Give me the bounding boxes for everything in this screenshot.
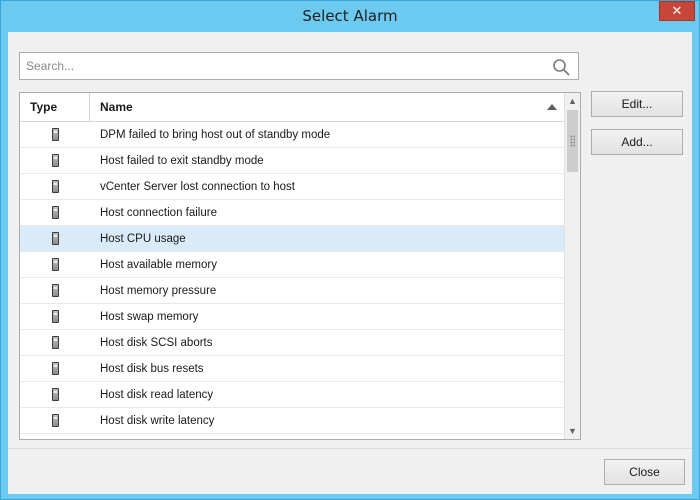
table-row[interactable]: Host CPU usage: [20, 226, 565, 252]
table-header: Type Name: [20, 93, 565, 122]
scroll-thumb[interactable]: [567, 110, 578, 172]
host-device-icon: [51, 154, 59, 167]
alarm-name: Host CPU usage: [100, 232, 186, 245]
host-device-icon: [51, 232, 59, 245]
alarm-name: Host failed to exit standby mode: [100, 154, 264, 167]
table-row[interactable]: Host failed to exit standby mode: [20, 148, 565, 174]
table-body: DPM failed to bring host out of standby …: [20, 122, 565, 434]
type-cell: [20, 122, 90, 148]
table-row[interactable]: Host disk bus resets: [20, 356, 565, 382]
host-device-icon: [51, 310, 59, 323]
table-row[interactable]: Host memory pressure: [20, 278, 565, 304]
type-cell: [20, 382, 90, 408]
alarm-name: vCenter Server lost connection to host: [100, 180, 295, 193]
dialog-body: Type Name DPM failed to bring host out o…: [8, 32, 692, 494]
host-device-icon: [51, 362, 59, 375]
type-cell: [20, 356, 90, 382]
table-row[interactable]: vCenter Server lost connection to host: [20, 174, 565, 200]
type-cell: [20, 278, 90, 304]
table-row[interactable]: Host disk read latency: [20, 382, 565, 408]
table-row[interactable]: DPM failed to bring host out of standby …: [20, 122, 565, 148]
type-cell: [20, 408, 90, 434]
search-input[interactable]: [20, 53, 546, 79]
alarm-name: Host available memory: [100, 258, 217, 271]
type-cell: [20, 226, 90, 252]
table-row[interactable]: Host available memory: [20, 252, 565, 278]
type-cell: [20, 148, 90, 174]
alarm-name: Host connection failure: [100, 206, 217, 219]
host-device-icon: [51, 128, 59, 141]
host-device-icon: [51, 336, 59, 349]
table-row[interactable]: Host swap memory: [20, 304, 565, 330]
alarm-name: Host swap memory: [100, 310, 199, 323]
column-header-name[interactable]: Name: [90, 93, 565, 121]
column-header-name-label: Name: [100, 100, 133, 114]
close-button[interactable]: Close: [604, 459, 685, 485]
type-cell: [20, 200, 90, 226]
type-cell: [20, 304, 90, 330]
scroll-down-icon[interactable]: ▼: [565, 423, 580, 439]
sort-ascending-icon: [547, 104, 557, 110]
alarm-name: DPM failed to bring host out of standby …: [100, 128, 331, 141]
type-cell: [20, 330, 90, 356]
type-cell: [20, 174, 90, 200]
title-bar[interactable]: Select Alarm ✕: [1, 1, 699, 32]
window-close-button[interactable]: ✕: [659, 1, 695, 21]
dialog-footer: Close: [8, 448, 692, 495]
type-cell: [20, 252, 90, 278]
alarm-name: Host memory pressure: [100, 284, 217, 297]
alarm-name: Host disk SCSI aborts: [100, 336, 213, 349]
host-device-icon: [51, 284, 59, 297]
alarm-name: Host disk bus resets: [100, 362, 204, 375]
host-device-icon: [51, 258, 59, 271]
table-row[interactable]: Host disk write latency: [20, 408, 565, 434]
select-alarm-dialog: Select Alarm ✕ Type Name DPM failed to b…: [0, 0, 700, 500]
alarm-name: Host disk write latency: [100, 414, 215, 427]
column-header-type[interactable]: Type: [20, 93, 90, 121]
alarm-name: Host disk read latency: [100, 388, 214, 401]
add-button[interactable]: Add...: [591, 129, 683, 155]
search-icon[interactable]: [552, 58, 570, 76]
edit-button[interactable]: Edit...: [591, 91, 683, 117]
vertical-scrollbar[interactable]: ▲ ▼: [564, 93, 580, 439]
host-device-icon: [51, 180, 59, 193]
table-row[interactable]: Host connection failure: [20, 200, 565, 226]
host-device-icon: [51, 206, 59, 219]
host-device-icon: [51, 414, 59, 427]
table-row[interactable]: Host disk SCSI aborts: [20, 330, 565, 356]
scroll-up-icon[interactable]: ▲: [565, 93, 580, 109]
grip-icon: [570, 135, 575, 147]
dialog-title: Select Alarm: [302, 7, 398, 25]
host-device-icon: [51, 388, 59, 401]
close-icon: ✕: [671, 3, 683, 18]
search-box[interactable]: [19, 52, 579, 80]
alarm-table: Type Name DPM failed to bring host out o…: [19, 92, 581, 440]
